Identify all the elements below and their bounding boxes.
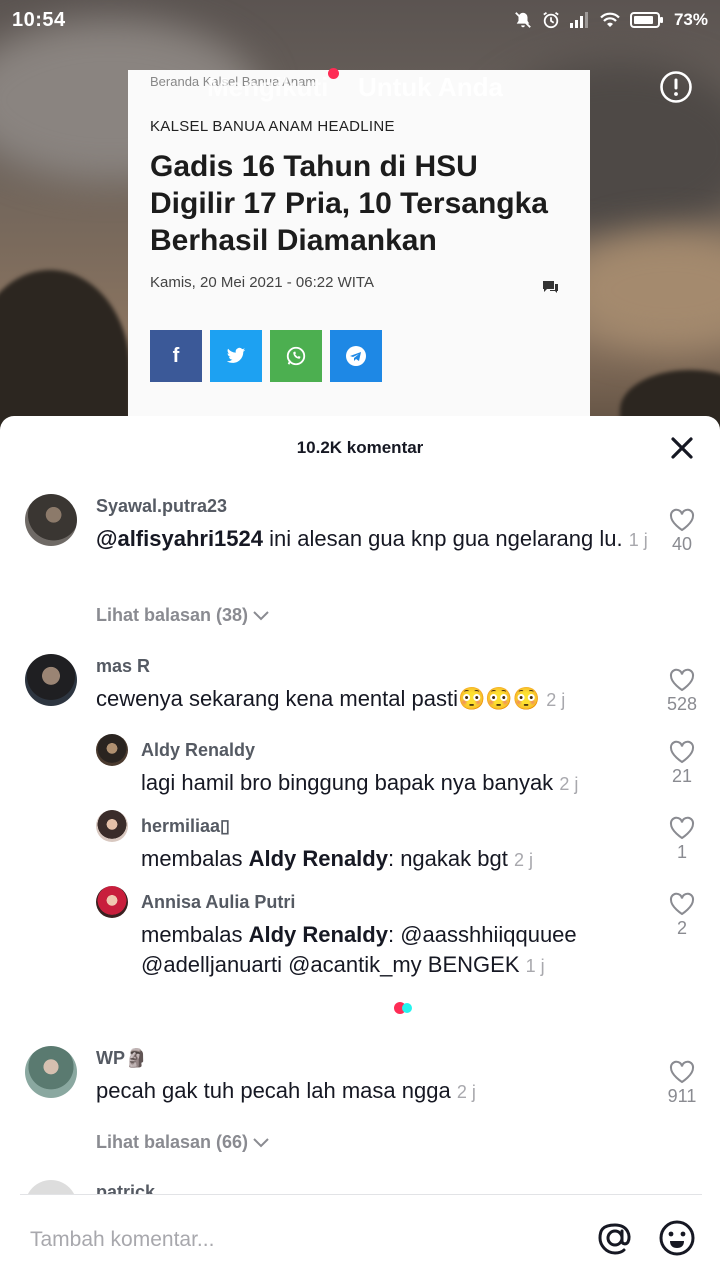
mention-icon[interactable] [596, 1219, 634, 1257]
feed-tabs: Mengikuti Untuk Anda [0, 66, 720, 110]
like-button[interactable]: 911 [658, 1060, 706, 1107]
like-count: 40 [671, 534, 693, 554]
article-title: Gadis 16 Tahun di HSU Digilir 17 Pria, 1… [150, 150, 548, 257]
chevron-down-icon [253, 610, 269, 620]
battery-percent: 73% [673, 10, 708, 29]
comment-time: 1 j [628, 530, 648, 550]
twitter-share-button [210, 330, 262, 382]
whatsapp-icon [286, 346, 306, 366]
comment-input-bar [0, 1195, 720, 1280]
telegram-share-button [330, 330, 382, 382]
comments-sheet: 10.2K komentar Syawal.putra23 @alfisyahr… [0, 416, 720, 1280]
avatar[interactable] [96, 734, 128, 766]
tree-silhouette [0, 270, 130, 440]
reply-time: 1 j [525, 956, 545, 976]
heart-icon [669, 1060, 695, 1084]
reply-username[interactable]: Aldy Renaldy [141, 740, 255, 761]
article-section: KALSEL BANUA ANAM HEADLINE [150, 118, 395, 135]
comment-username[interactable]: Syawal.putra23 [96, 496, 227, 517]
avatar[interactable] [25, 654, 77, 706]
heart-icon [669, 892, 695, 916]
like-count: 21 [671, 766, 693, 786]
mute-icon [515, 12, 531, 28]
facebook-share-button: f [150, 330, 202, 382]
reply-time: 2 j [513, 850, 533, 870]
reply-text: membalas Aldy Renaldy: ngakak bgt 2 j [141, 846, 533, 871]
like-count: 2 [676, 918, 687, 938]
reply-time: 2 j [559, 774, 579, 794]
article-date: Kamis, 20 Mei 2021 - 06:22 WITA [150, 274, 374, 291]
tab-following[interactable]: Mengikuti [207, 72, 328, 103]
comment-input[interactable] [30, 1225, 550, 1255]
reply-mention[interactable]: Aldy Renaldy [249, 846, 388, 871]
like-count: 1 [676, 842, 687, 862]
comment-bubble-icon [543, 281, 558, 293]
reply-username[interactable]: hermiliaa▯ [141, 816, 230, 837]
close-icon[interactable] [668, 434, 696, 462]
battery-icon [629, 12, 663, 28]
comment-text: cewenya sekarang kena mental pasti😳😳😳 2 … [96, 686, 566, 711]
avatar[interactable] [96, 886, 128, 918]
status-time: 10:54 [12, 8, 66, 31]
avatar[interactable] [25, 494, 77, 546]
view-replies-button[interactable]: Lihat balasan (38) [96, 605, 270, 626]
heart-icon [669, 508, 695, 532]
reply-text: lagi hamil bro binggung bapak nya banyak… [141, 770, 579, 795]
whatsapp-share-button [270, 330, 322, 382]
comment-time: 2 j [546, 690, 566, 710]
avatar[interactable] [25, 1046, 77, 1098]
facebook-icon: f [172, 344, 180, 367]
comment-username[interactable]: mas R [96, 656, 150, 677]
like-count: 911 [667, 1086, 697, 1106]
comment-count: 10.2K komentar [296, 438, 424, 457]
wifi-icon [600, 12, 620, 27]
comment-username[interactable]: WP🗿 [96, 1048, 147, 1069]
tab-for-you[interactable]: Untuk Anda [358, 72, 503, 103]
heart-icon [669, 740, 695, 764]
chevron-down-icon [253, 1137, 269, 1147]
heart-icon [669, 816, 695, 840]
like-button[interactable]: 40 [658, 508, 706, 555]
reply-username[interactable]: Annisa Aulia Putri [141, 892, 295, 913]
emoji-icon[interactable] [658, 1219, 696, 1257]
loading-indicator [394, 1002, 412, 1014]
like-button[interactable]: 2 [658, 892, 706, 939]
comment-text: pecah gak tuh pecah lah masa ngga 2 j [96, 1078, 476, 1103]
heart-icon [669, 668, 695, 692]
like-count: 528 [666, 694, 698, 714]
comments-header: 10.2K komentar [0, 416, 720, 478]
comment-time: 2 j [456, 1082, 476, 1102]
alarm-icon [543, 12, 559, 29]
like-button[interactable]: 21 [658, 740, 706, 787]
avatar[interactable] [96, 810, 128, 842]
like-button[interactable]: 1 [658, 816, 706, 863]
reply-mention[interactable]: Aldy Renaldy [249, 922, 388, 947]
notification-dot [328, 68, 339, 79]
share-buttons: f [150, 330, 382, 382]
like-button[interactable]: 528 [658, 668, 706, 715]
reply-text: membalas Aldy Renaldy: @aasshhiiqquuee @… [141, 922, 577, 977]
comment-text: @alfisyahri1524 ini alesan gua knp gua n… [96, 526, 648, 551]
signal-icon [569, 12, 588, 28]
status-bar: 10:54 73% [0, 0, 720, 40]
telegram-icon [346, 346, 366, 366]
article-screenshot: Beranda Kalsel Banua Anam KALSEL BANUA A… [128, 70, 590, 416]
status-icons: 73% [514, 10, 708, 30]
comment-mention[interactable]: @alfisyahri1524 [96, 526, 263, 551]
view-replies-button[interactable]: Lihat balasan (66) [96, 1132, 270, 1153]
twitter-icon [226, 347, 246, 363]
info-icon[interactable] [659, 70, 693, 104]
